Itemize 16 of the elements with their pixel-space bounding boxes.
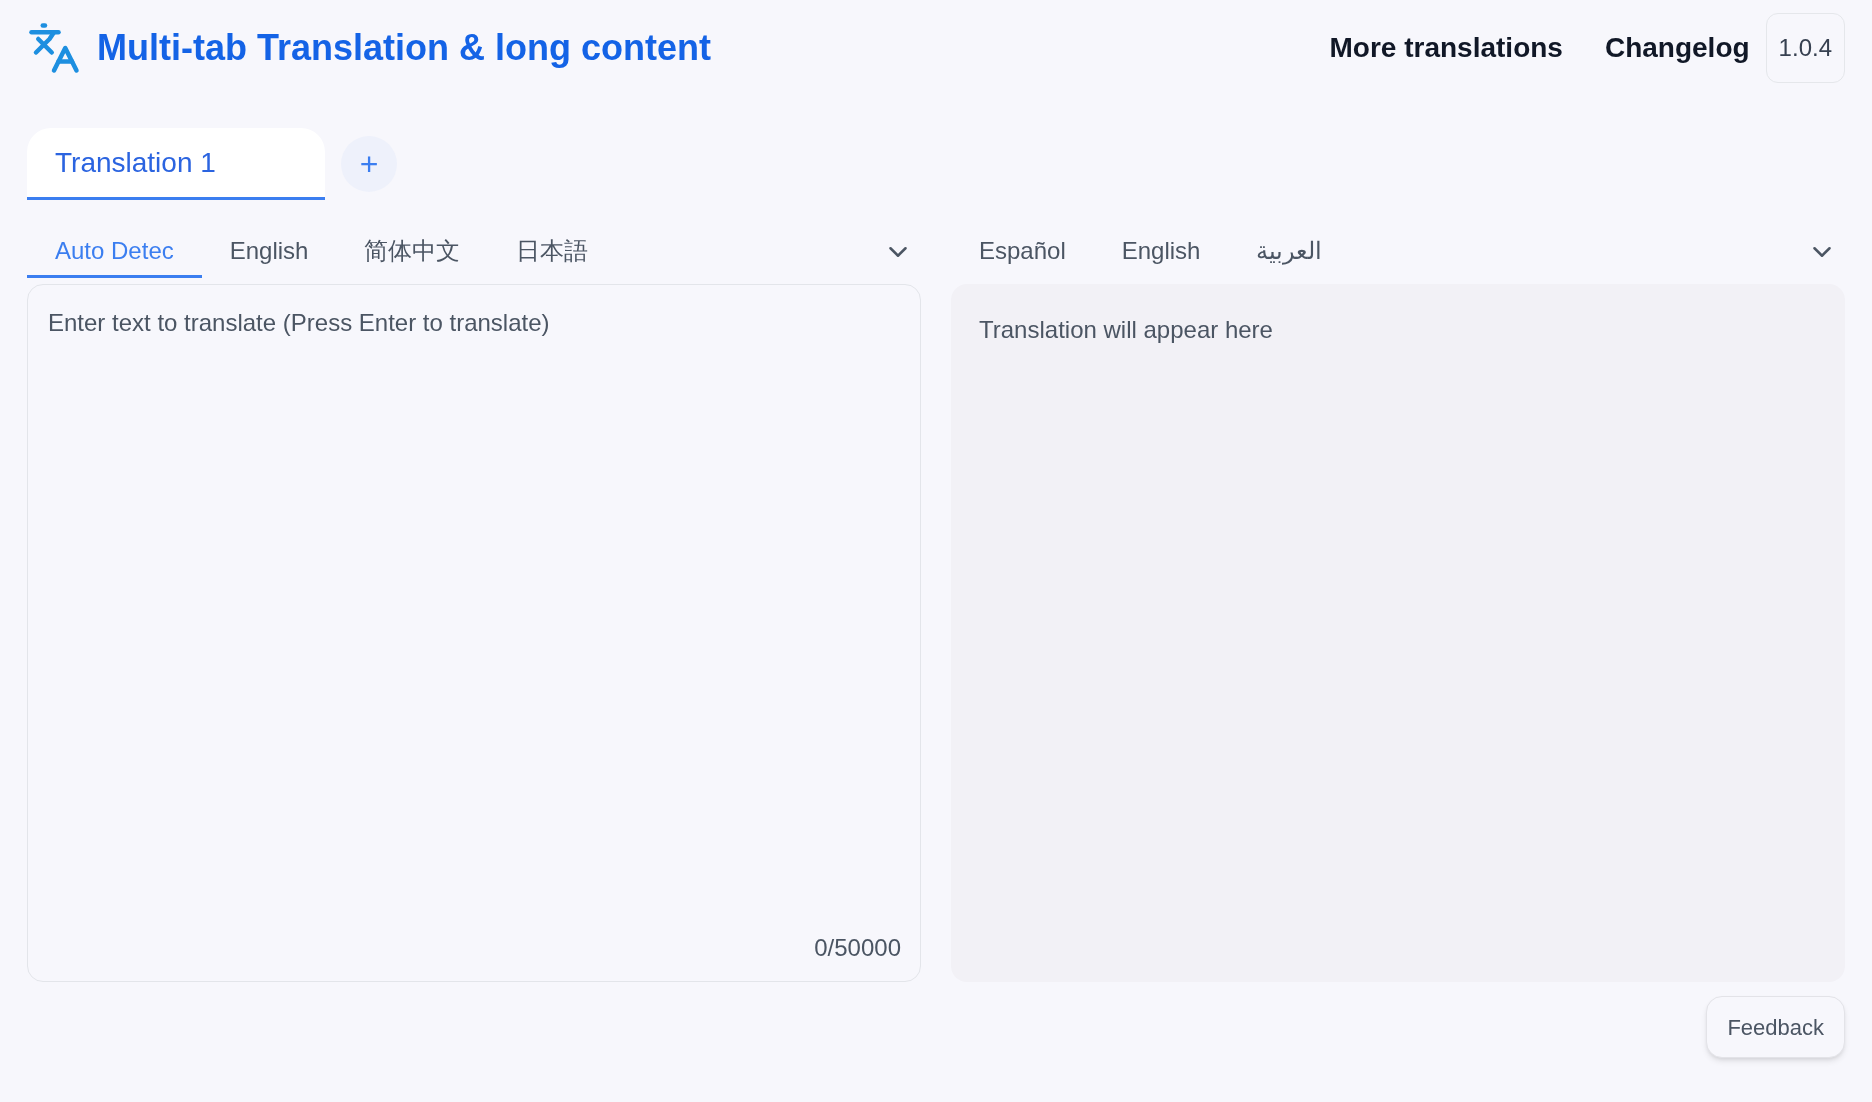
version-badge: 1.0.4 <box>1765 13 1845 83</box>
language-tab[interactable]: Auto Detec <box>27 226 202 278</box>
language-tab[interactable]: English <box>1093 226 1229 278</box>
app-title: Multi-tab Translation & long content <box>97 26 712 70</box>
language-tab[interactable]: العربية <box>1228 226 1351 278</box>
header-link[interactable]: Changelog <box>1604 27 1750 69</box>
translate-icon <box>27 21 81 75</box>
feedback-button[interactable]: Feedback <box>1706 996 1845 1058</box>
language-tab[interactable]: 简体中文 <box>336 226 489 278</box>
translation-output-field[interactable]: Translation will appear here <box>951 284 1845 982</box>
translation-tab[interactable]: Translation 1 <box>27 128 325 200</box>
language-tab[interactable]: Español <box>951 226 1094 278</box>
character-count: 0/50000 <box>814 933 901 963</box>
language-tab[interactable]: 日本語 <box>488 226 617 278</box>
header-link[interactable]: More translations <box>1329 27 1563 69</box>
language-tab[interactable]: English <box>201 226 337 278</box>
